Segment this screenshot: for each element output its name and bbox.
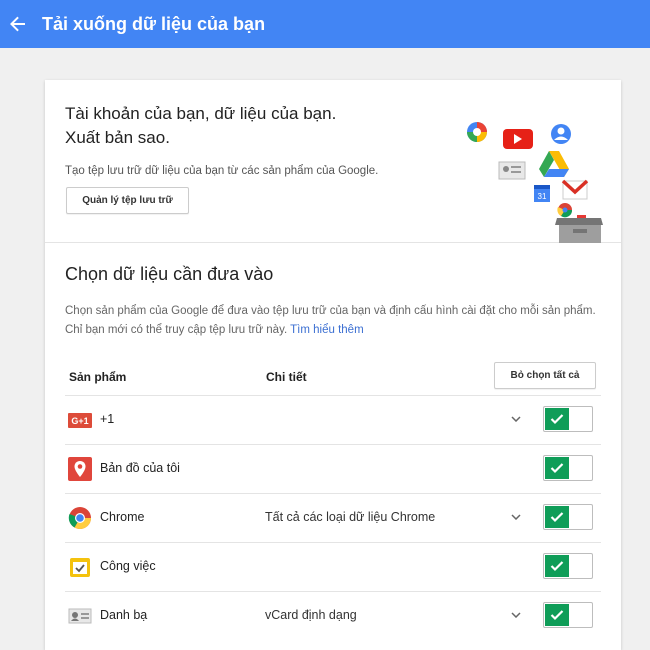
manage-archives-button[interactable]: Quản lý tệp lưu trữ: [66, 187, 189, 214]
include-toggle[interactable]: [543, 553, 593, 579]
svg-text:31: 31: [538, 192, 547, 201]
gmail-icon: [561, 179, 589, 200]
include-toggle[interactable]: [543, 504, 593, 530]
youtube-icon: [503, 129, 533, 149]
product-detail: vCard định dạng: [265, 608, 357, 622]
calendar-icon: 31: [534, 185, 550, 202]
tasks-icon: [70, 558, 90, 577]
app-header: Tải xuống dữ liệu của bạn: [0, 0, 650, 48]
product-row: Bản đồ của tôi: [65, 444, 601, 493]
page-title: Tải xuống dữ liệu của bạn: [42, 13, 266, 34]
product-name: +1: [100, 412, 115, 426]
gplus-icon: G+1: [68, 413, 92, 428]
hero-heading-line1: Tài khoản của bạn, dữ liệu của bạn.: [65, 104, 337, 123]
back-arrow-icon[interactable]: [4, 10, 32, 38]
column-header-product: Sản phẩm: [69, 370, 127, 384]
checkmark-icon: [545, 555, 569, 577]
chevron-down-icon[interactable]: [508, 605, 524, 625]
include-toggle[interactable]: [543, 406, 593, 432]
checkmark-icon: [545, 604, 569, 626]
takeout-card: Tài khoản của bạn, dữ liệu của bạn. Xuất…: [45, 80, 621, 650]
hero-description: Tạo tệp lưu trữ dữ liệu của bạn từ các s…: [65, 165, 379, 177]
contact-card-icon: [498, 161, 526, 180]
maps-pin-icon: [68, 457, 92, 481]
svg-text:G+1: G+1: [71, 416, 88, 426]
chrome-small-icon: [557, 203, 573, 218]
product-row: Chrome Tất cả các loại dữ liệu Chrome: [65, 493, 601, 542]
hero-heading: Tài khoản của bạn, dữ liệu của bạn. Xuất…: [65, 102, 336, 150]
checkmark-icon: [545, 408, 569, 430]
product-name: Danh bạ: [100, 608, 148, 622]
checkmark-icon: [545, 457, 569, 479]
include-toggle[interactable]: [543, 455, 593, 481]
product-row: Công việc: [65, 542, 601, 591]
product-row: G+1 +1: [65, 395, 601, 444]
google-photos-icon: [467, 122, 487, 142]
column-header-details: Chi tiết: [266, 370, 307, 384]
drive-icon: [539, 151, 569, 177]
chevron-down-icon[interactable]: [508, 409, 524, 429]
contacts-card-icon: [68, 608, 92, 624]
product-name: Chrome: [100, 510, 145, 524]
product-name: Bản đồ của tôi: [100, 461, 180, 475]
deselect-all-button[interactable]: Bỏ chọn tất cả: [494, 362, 596, 389]
hero-heading-line2: Xuất bản sao.: [65, 128, 170, 147]
section-description: Chọn sản phẩm của Google để đưa vào tệp …: [65, 302, 605, 340]
include-toggle[interactable]: [543, 602, 593, 628]
checkmark-icon: [545, 506, 569, 528]
section-title: Chọn dữ liệu cần đưa vào: [65, 264, 274, 284]
chevron-down-icon[interactable]: [508, 507, 524, 527]
archive-box-icon: [555, 218, 603, 243]
contacts-icon: [551, 124, 571, 144]
products-illustration: 31: [467, 122, 603, 243]
chrome-icon: [68, 507, 91, 529]
learn-more-link[interactable]: Tìm hiểu thêm: [290, 324, 364, 336]
hero-section: Tài khoản của bạn, dữ liệu của bạn. Xuất…: [45, 80, 621, 243]
product-row: Danh bạ vCard định dạng: [65, 591, 601, 640]
product-list: G+1 +1 Bản đồ của tôi Chrome Tất cả các …: [65, 395, 601, 640]
product-detail: Tất cả các loại dữ liệu Chrome: [265, 510, 436, 524]
product-name: Công việc: [100, 559, 156, 573]
